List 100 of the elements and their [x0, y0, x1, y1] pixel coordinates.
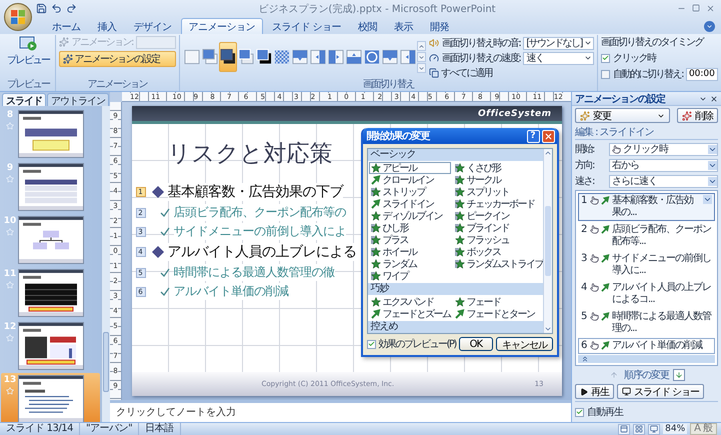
effect-option[interactable]: プラス [368, 234, 450, 246]
time-field[interactable]: 00:00 [686, 68, 718, 80]
slide-thumbnail-drawing[interactable] [18, 269, 84, 317]
help-button[interactable]: ? [526, 130, 540, 142]
animation-list-item[interactable]: 1 基本顧客数・広告効果の... [578, 193, 715, 221]
panel-tab[interactable]: アウトライン [47, 93, 109, 106]
effect-option[interactable]: ひし形 [368, 222, 450, 234]
help-button[interactable] [704, 21, 715, 32]
hand-pointer-icon [590, 254, 599, 263]
option-select[interactable]: 右から [609, 158, 718, 172]
close-icon[interactable] [710, 94, 718, 102]
custom-animation-button[interactable]: アニメーションの設定 [58, 51, 176, 67]
save-icon[interactable] [36, 3, 47, 14]
effect-option[interactable]: フェード [452, 296, 542, 308]
effect-option[interactable]: くさび形 [452, 162, 544, 174]
notes-pane[interactable]: クリックしてノートを入力 [110, 400, 571, 422]
preview-button[interactable]: プレビュー [5, 35, 52, 79]
close-button[interactable] [542, 130, 554, 142]
redo-icon[interactable] [66, 3, 77, 14]
autoplay-checkbox[interactable] [575, 408, 584, 416]
undo-icon[interactable] [51, 3, 62, 14]
scrollbar-thumb[interactable] [103, 332, 109, 392]
ribbon-tab[interactable]: 挿入 [90, 18, 124, 34]
scrollbar-thumb[interactable] [544, 206, 550, 276]
panel-tab[interactable]: スライド [2, 93, 46, 106]
slide-thumbnail-drawing[interactable] [18, 216, 84, 264]
copy-icon [428, 68, 439, 78]
effect-option[interactable]: ランダム [368, 258, 450, 270]
ime-conversion: 般 [703, 424, 713, 434]
slideshow-view-button[interactable] [648, 424, 660, 434]
option-select[interactable]: さらに速く [609, 174, 718, 188]
slide-thumbnail-drawing[interactable] [18, 375, 84, 423]
animation-list-item[interactable]: 6 アルバイト単価の削減 [578, 338, 715, 354]
arrow-icon [454, 309, 464, 319]
animation-list-item[interactable]: 3 サイドメニューの前倒し導入に... [578, 251, 715, 279]
effect-option[interactable]: フラッシュ [452, 234, 544, 246]
effect-option[interactable]: ホイール [368, 246, 450, 258]
preview-checkbox[interactable] [366, 340, 376, 348]
effect-option[interactable]: クロールイン [368, 174, 450, 186]
effect-option[interactable]: ブラインド [452, 222, 544, 234]
remove-button[interactable]: 削除 [677, 108, 718, 123]
ribbon-tab[interactable]: 開発 [422, 18, 458, 34]
animation-list-item[interactable]: 4 アルバイト人員の上ブレによるコ... [578, 280, 715, 308]
normal-view-button[interactable] [618, 424, 630, 434]
ribbon-tab[interactable]: ホーム [44, 18, 88, 34]
preview-icon [19, 36, 38, 52]
auto-advance-checkbox[interactable] [601, 70, 610, 78]
effect-option[interactable]: ストリップ [368, 186, 450, 198]
speed-select[interactable]: 速く [523, 52, 594, 64]
change-button[interactable]: 変更 [575, 108, 670, 123]
effect-option[interactable]: サークル [452, 174, 544, 186]
sound-select[interactable]: [サウンドなし] [523, 36, 594, 50]
click-checkbox[interactable] [601, 54, 610, 62]
ribbon-tab[interactable]: 校閲 [350, 18, 386, 34]
sparkle-icon [58, 37, 68, 47]
effect-option[interactable]: ワイプ [368, 270, 450, 282]
effect-option[interactable]: ディゾルブイン [368, 210, 450, 222]
ribbon-tab[interactable]: スライド ショー [264, 18, 350, 34]
maximize-icon[interactable] [692, 4, 700, 12]
animation-list-item[interactable]: 5 時間帯による最適人数管理の... [578, 309, 715, 337]
diamond-bullet-icon [152, 186, 164, 198]
move-down-button[interactable] [673, 369, 685, 381]
slide-thumbnail-drawing[interactable] [18, 110, 84, 158]
animation-list-item[interactable]: 2 店頭ビラ配布、クーポン配布等... [578, 222, 715, 250]
slide-thumbnail-drawing[interactable] [18, 322, 84, 370]
effect-option[interactable]: アピール [368, 162, 450, 174]
hand-pointer-icon [590, 196, 599, 205]
effect-option[interactable]: スプリット [452, 186, 544, 198]
office-button[interactable] [4, 3, 32, 31]
scroll-down-icon[interactable] [544, 325, 552, 333]
slide-thumbnail-drawing[interactable] [18, 163, 84, 211]
ribbon-tab[interactable]: 表示 [386, 18, 422, 34]
slideshow-button[interactable]: スライド ショー [617, 384, 704, 399]
more-button[interactable] [416, 63, 426, 73]
dialog-button[interactable]: キャンセル [496, 337, 552, 351]
scroll-up-button[interactable] [416, 41, 426, 51]
effect-option[interactable]: ボックス [452, 246, 544, 258]
dialog-button[interactable]: OK [458, 337, 493, 351]
transition-option[interactable] [218, 42, 237, 72]
effect-option[interactable]: スライドイン [368, 198, 450, 210]
ribbon-tab[interactable]: デザイン [126, 18, 180, 34]
sorter-view-button[interactable] [633, 424, 646, 434]
check-bullet-icon [160, 208, 170, 218]
effect-option[interactable]: ピークイン [452, 210, 544, 222]
effect-option[interactable]: フェードとターン [452, 308, 542, 320]
effect-option[interactable]: チェッカーボード [452, 198, 544, 210]
star-icon [454, 297, 464, 307]
ribbon-tab[interactable]: アニメーション [180, 18, 263, 34]
scroll-down-button[interactable] [416, 52, 426, 62]
option-select[interactable]: クリック時 [609, 142, 718, 156]
notes-field[interactable]: クリックしてノートを入力 [110, 404, 571, 422]
apply-all-button[interactable]: すべてに適用 [428, 66, 520, 79]
caret-icon [708, 144, 717, 154]
effect-option[interactable]: フェードとズーム [368, 308, 450, 320]
slide-number: 13 [4, 375, 16, 385]
effect-option[interactable]: ランダムストライプ [452, 258, 544, 270]
scroll-up-icon[interactable] [544, 149, 552, 157]
normal-view-icon [620, 425, 628, 433]
effect-option[interactable]: エクスパンド [368, 296, 450, 308]
play-button[interactable]: 再生 [575, 384, 614, 399]
